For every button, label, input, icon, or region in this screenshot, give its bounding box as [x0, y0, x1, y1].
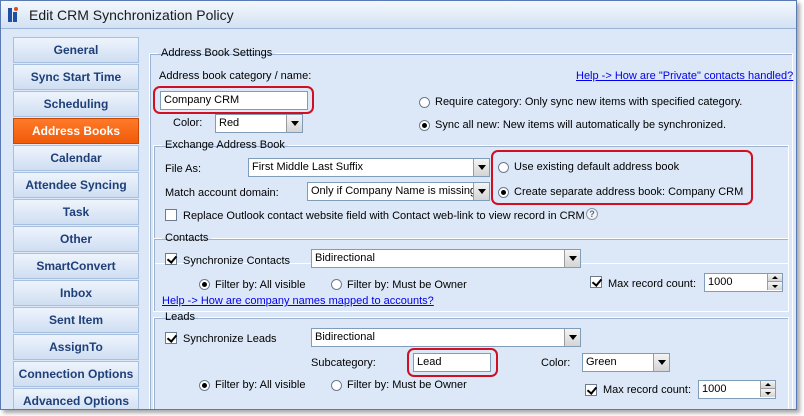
sidebar-item-sync-start-time[interactable]: Sync Start Time: [13, 64, 139, 90]
category-highlight: [153, 86, 314, 114]
sync-all-new-label: Sync all new: New items will automatical…: [435, 119, 727, 131]
sidebar-item-assignto[interactable]: AssignTo: [13, 334, 139, 360]
subcategory-label: Subcategory:: [311, 357, 376, 369]
sidebar-item-general[interactable]: General: [13, 37, 139, 63]
leads-color-value: Green: [586, 356, 617, 368]
spin-down-icon[interactable]: [760, 389, 775, 397]
title-bar: Edit CRM Synchronization Policy: [1, 1, 796, 29]
app-logo-icon: [7, 6, 23, 24]
chevron-down-icon[interactable]: [564, 250, 580, 267]
contacts-filter-owner-radio[interactable]: [331, 279, 342, 290]
leads-color-select[interactable]: Green: [582, 353, 670, 372]
sidebar-item-inbox[interactable]: Inbox: [13, 280, 139, 306]
contacts-max-record-value: 1000: [708, 276, 733, 288]
leads-max-record-label: Max record count:: [603, 384, 692, 396]
company-mapping-help-link[interactable]: Help -> How are company names mapped to …: [162, 295, 434, 307]
replace-website-checkbox[interactable]: [165, 209, 177, 221]
match-domain-value: Only if Company Name is missing: [311, 185, 477, 197]
sidebar-item-advanced-options[interactable]: Advanced Options: [13, 388, 139, 409]
create-separate-address-book-label: Create separate address book: Company CR…: [514, 186, 744, 198]
contacts-filter-all-radio[interactable]: [199, 279, 210, 290]
sidebar-item-connection-options[interactable]: Connection Options: [13, 361, 139, 387]
color-label: Color:: [173, 117, 203, 129]
leads-direction-select[interactable]: Bidirectional: [311, 328, 581, 347]
subcategory-highlight: [407, 348, 498, 377]
contacts-max-record-stepper[interactable]: 1000: [704, 273, 783, 292]
replace-website-label: Replace Outlook contact website field wi…: [183, 210, 585, 222]
spin-up-icon[interactable]: [767, 274, 782, 282]
file-as-value: First Middle Last Suffix: [252, 161, 364, 173]
info-icon[interactable]: ?: [586, 208, 598, 220]
color-select[interactable]: Red: [215, 114, 303, 133]
leads-max-record-value: 1000: [702, 383, 727, 395]
sidebar-item-address-books[interactable]: Address Books: [13, 118, 139, 144]
leads-filter-all-label: Filter by: All visible: [215, 379, 306, 391]
leads-max-record-checkbox[interactable]: [585, 384, 597, 396]
category-label: Address book category / name:: [159, 70, 312, 82]
leads-filter-owner-radio[interactable]: [331, 380, 342, 391]
leads-color-label: Color:: [541, 357, 571, 369]
sidebar-item-calendar[interactable]: Calendar: [13, 145, 139, 171]
policy-dialog: Edit CRM Synchronization Policy General …: [0, 0, 797, 410]
match-domain-label: Match account domain:: [165, 187, 279, 199]
contacts-max-record-checkbox[interactable]: [590, 276, 602, 288]
window-title: Edit CRM Synchronization Policy: [29, 6, 234, 23]
sidebar-item-task[interactable]: Task: [13, 199, 139, 225]
chevron-down-icon[interactable]: [564, 329, 580, 346]
spin-up-icon[interactable]: [760, 381, 775, 389]
sidebar-nav: General Sync Start Time Scheduling Addre…: [13, 37, 139, 409]
require-category-label: Require category: Only sync new items wi…: [435, 96, 743, 108]
sidebar-item-scheduling[interactable]: Scheduling: [13, 91, 139, 117]
require-category-radio[interactable]: [419, 97, 430, 108]
contacts-direction-select[interactable]: Bidirectional: [311, 249, 581, 268]
chevron-down-icon[interactable]: [286, 115, 302, 132]
chevron-down-icon[interactable]: [473, 159, 489, 176]
sidebar-item-sent-item[interactable]: Sent Item: [13, 307, 139, 333]
contacts-filter-owner-label: Filter by: Must be Owner: [347, 279, 467, 291]
use-existing-address-book-radio[interactable]: [498, 162, 509, 173]
spin-down-icon[interactable]: [767, 282, 782, 290]
sync-contacts-checkbox[interactable]: [165, 253, 177, 265]
contacts-direction-value: Bidirectional: [315, 252, 375, 264]
match-domain-select[interactable]: Only if Company Name is missing: [307, 182, 490, 201]
chevron-down-icon[interactable]: [473, 183, 489, 200]
use-existing-address-book-label: Use existing default address book: [514, 161, 680, 173]
create-separate-address-book-radio[interactable]: [498, 187, 509, 198]
leads-filter-all-radio[interactable]: [199, 380, 210, 391]
chevron-down-icon[interactable]: [653, 354, 669, 371]
sync-leads-label: Synchronize Leads: [183, 333, 277, 345]
leads-max-record-stepper[interactable]: 1000: [698, 380, 776, 399]
contacts-legend: Contacts: [165, 232, 209, 244]
file-as-label: File As:: [165, 163, 202, 175]
sidebar-item-attendee-syncing[interactable]: Attendee Syncing: [13, 172, 139, 198]
sidebar-item-smartconvert[interactable]: SmartConvert: [13, 253, 139, 279]
exchange-address-book-legend: Exchange Address Book: [165, 139, 285, 151]
sync-leads-checkbox[interactable]: [165, 332, 177, 344]
leads-filter-owner-label: Filter by: Must be Owner: [347, 379, 467, 391]
sync-all-new-radio[interactable]: [419, 120, 430, 131]
color-select-value: Red: [219, 117, 240, 129]
file-as-select[interactable]: First Middle Last Suffix: [248, 158, 490, 177]
contacts-filter-all-label: Filter by: All visible: [215, 279, 306, 291]
private-contacts-help-link[interactable]: Help -> How are "Private" contacts handl…: [576, 70, 793, 82]
address-book-settings-legend: Address Book Settings: [161, 47, 273, 59]
sidebar-item-other[interactable]: Other: [13, 226, 139, 252]
leads-direction-value: Bidirectional: [315, 331, 375, 343]
sync-contacts-label: Synchronize Contacts: [183, 255, 290, 267]
leads-legend: Leads: [165, 311, 195, 323]
content-panel: Address Book Settings Address book categ…: [145, 37, 796, 409]
contacts-max-record-label: Max record count:: [608, 278, 697, 290]
